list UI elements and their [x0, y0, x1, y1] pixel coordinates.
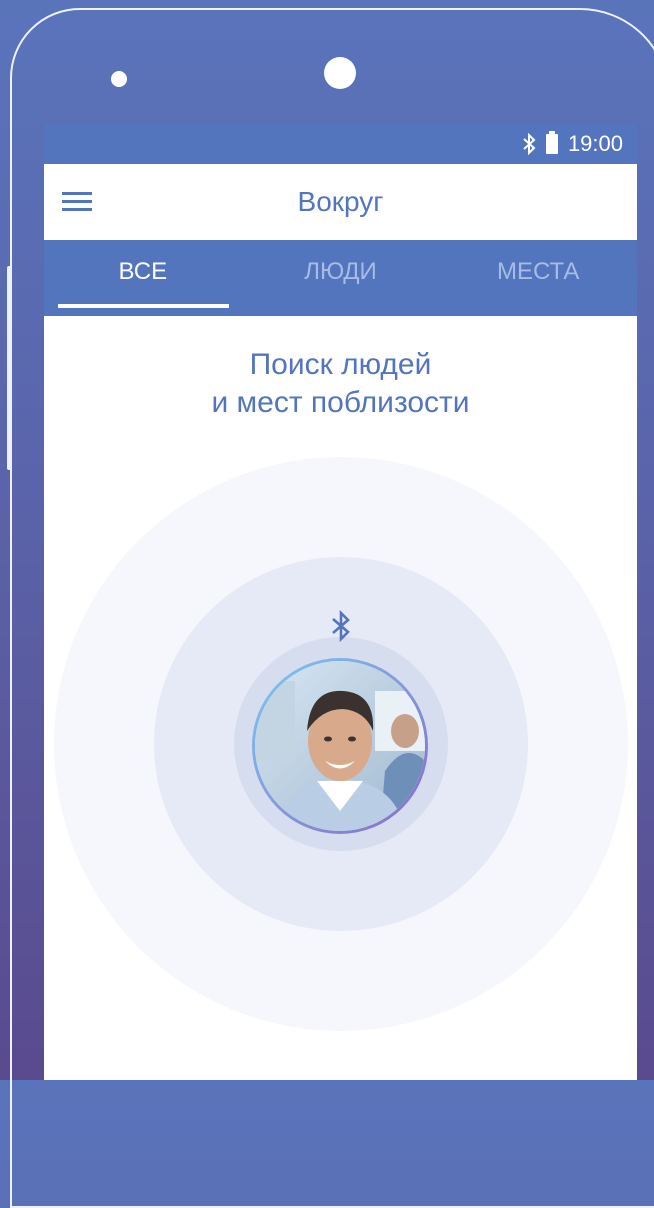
- app-bar: Вокруг: [44, 164, 637, 240]
- page-title: Вокруг: [297, 186, 384, 217]
- status-bar: 19:00: [44, 124, 637, 164]
- bluetooth-icon: [522, 133, 536, 155]
- tab-places[interactable]: МЕСТА: [439, 240, 637, 316]
- avatar[interactable]: [252, 658, 428, 834]
- user-photo: [255, 661, 425, 831]
- active-tab-indicator: [58, 304, 229, 308]
- tab-people[interactable]: ЛЮДИ: [242, 240, 440, 316]
- phone-camera: [324, 57, 356, 89]
- phone-screen: 19:00 Вокруг ВСЕ ЛЮДИ МЕСТА Поиск людей …: [44, 124, 637, 1080]
- bluetooth-icon: [330, 609, 352, 643]
- headline-line-1: Поиск людей: [249, 348, 432, 381]
- phone-side-button: [7, 266, 11, 470]
- battery-icon: [545, 131, 558, 154]
- search-headline: Поиск людей и мест поблизости: [44, 346, 637, 422]
- headline-line-2: и мест поблизости: [211, 386, 470, 419]
- phone-speaker: [111, 71, 127, 87]
- status-icons: 19:00: [522, 130, 623, 158]
- status-time: 19:00: [567, 131, 623, 156]
